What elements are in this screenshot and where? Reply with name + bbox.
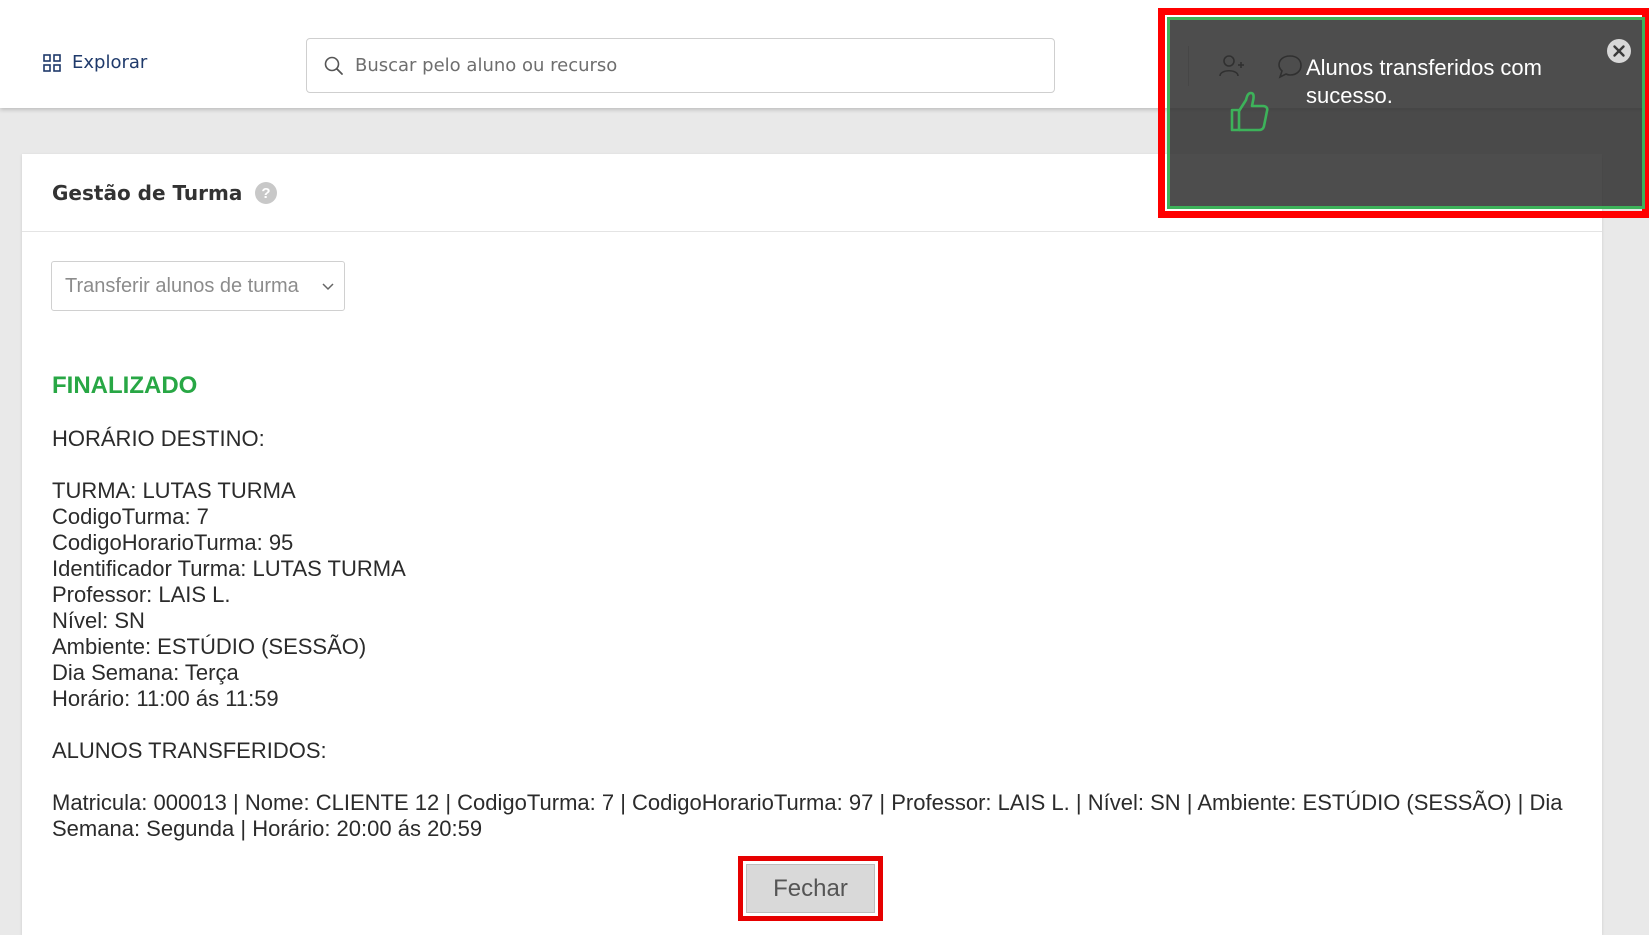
detail-line: CodigoHorarioTurma: 95 [52, 530, 294, 555]
page-title: Gestão de Turma [52, 180, 243, 205]
close-button-highlight: Fechar [738, 856, 883, 921]
grid-icon [43, 53, 61, 72]
close-button[interactable]: Fechar [746, 864, 875, 913]
help-icon[interactable]: ? [254, 181, 278, 205]
detail-line: Dia Semana: Terça [52, 660, 239, 685]
transferred-student-line: Matricula: 000013 | Nome: CLIENTE 12 | C… [52, 790, 1563, 841]
status-label: FINALIZADO [52, 372, 198, 399]
detail-line: Nível: SN [52, 608, 145, 633]
result-panel: FINALIZADO HORÁRIO DESTINO: TURMA: LUTAS… [52, 372, 1572, 842]
toast-message: Alunos transferidos com sucesso. [1306, 55, 1542, 108]
class-management-card: Gestão de Turma ? Transferir alunos de t… [22, 154, 1602, 935]
search-input[interactable] [355, 55, 1015, 76]
svg-text:?: ? [262, 185, 271, 202]
detail-line: Identificador Turma: LUTAS TURMA [52, 556, 406, 581]
operation-select[interactable]: Transferir alunos de turma [51, 261, 345, 311]
detail-line: Ambiente: ESTÚDIO (SESSÃO) [52, 634, 367, 659]
detail-line: CodigoTurma: 7 [52, 504, 209, 529]
destination-heading: HORÁRIO DESTINO: [52, 426, 265, 451]
close-icon[interactable] [1606, 38, 1632, 64]
explore-menu[interactable]: Explorar [42, 52, 147, 73]
detail-line: TURMA: LUTAS TURMA [52, 478, 296, 503]
search-box [306, 38, 1055, 93]
success-toast: Alunos transferidos com sucesso. [1167, 17, 1645, 209]
detail-line: Professor: LAIS L. [52, 582, 231, 607]
explore-label: Explorar [72, 52, 148, 73]
thumbs-up-icon [1230, 91, 1269, 132]
search-icon [324, 56, 343, 75]
operation-select-value: Transferir alunos de turma [65, 274, 299, 297]
detail-line: Horário: 11:00 ás 11:59 [52, 686, 279, 711]
chevron-down-icon [322, 283, 334, 291]
transferred-heading: ALUNOS TRANSFERIDOS: [52, 738, 327, 763]
